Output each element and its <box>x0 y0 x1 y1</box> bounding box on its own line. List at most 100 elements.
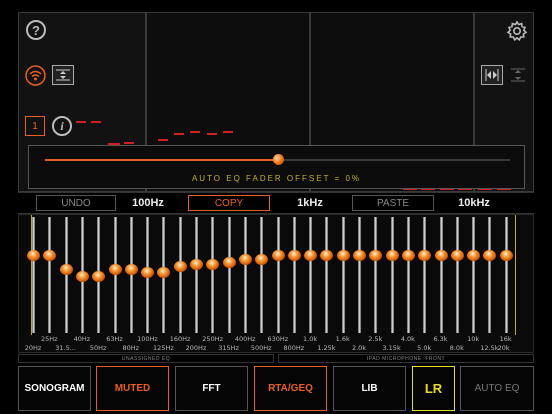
fader-knob[interactable] <box>92 270 106 282</box>
fader-knob[interactable] <box>271 249 285 261</box>
eq-fader-band-25[interactable] <box>416 215 432 335</box>
fader-track <box>358 217 361 333</box>
fader-knob[interactable] <box>238 254 252 266</box>
eq-fader-band-2[interactable] <box>41 215 57 335</box>
fader-knob[interactable] <box>59 263 73 275</box>
spectrum-marker <box>91 121 101 123</box>
fader-knob[interactable] <box>157 267 171 279</box>
sonogram-button[interactable]: SONOGRAM <box>18 366 91 411</box>
auto-eq-button[interactable]: AUTO EQ <box>460 366 534 411</box>
spectrum-zoom-icon[interactable] <box>52 65 74 85</box>
fader-knob[interactable] <box>304 249 318 261</box>
freq-tick-label: 800Hz <box>283 344 305 352</box>
horizontal-zoom-icon[interactable] <box>481 65 503 85</box>
fader-track <box>439 217 443 333</box>
fader-knob[interactable] <box>141 267 155 279</box>
fader-knob[interactable] <box>320 249 334 261</box>
fader-track <box>472 217 476 333</box>
undo-button[interactable]: UNDO <box>36 195 116 211</box>
gear-icon[interactable] <box>506 20 528 42</box>
fader-knob[interactable] <box>467 249 481 261</box>
eq-fader-band-27[interactable] <box>449 215 465 335</box>
spectrum-marker <box>223 131 233 133</box>
eq-fader-band-9[interactable] <box>155 215 171 335</box>
fader-knob[interactable] <box>401 249 415 261</box>
eq-fader-band-20[interactable] <box>335 215 351 335</box>
fader-knob[interactable] <box>434 249 448 261</box>
eq-fader-band-19[interactable] <box>318 215 334 335</box>
eq-fader-band-21[interactable] <box>351 215 367 335</box>
fader-knob[interactable] <box>418 249 432 261</box>
vertical-zoom-icon[interactable] <box>508 65 528 85</box>
fader-knob[interactable] <box>43 249 57 261</box>
fader-track <box>276 217 280 333</box>
eq-fader-band-12[interactable] <box>204 215 220 335</box>
freq-tick-label: 16k <box>499 335 512 343</box>
eq-fader-band-28[interactable] <box>465 215 481 335</box>
fader-knob[interactable] <box>499 249 513 261</box>
fader-knob[interactable] <box>27 249 40 261</box>
freq-tick-label: 200Hz <box>185 344 207 352</box>
freq-tick-label: 315Hz <box>218 344 239 352</box>
eq-fader-band-6[interactable] <box>107 215 123 335</box>
offset-slider-knob[interactable] <box>272 154 284 165</box>
wifi-icon[interactable] <box>25 65 46 86</box>
eq-fader-band-1[interactable] <box>25 215 41 335</box>
input-source-label: IPAD MICROPHONE: FRONT <box>278 354 534 363</box>
fader-knob[interactable] <box>336 249 350 261</box>
help-icon[interactable]: ? <box>26 20 46 40</box>
copy-button[interactable]: COPY <box>188 195 270 211</box>
eq-fader-band-22[interactable] <box>367 215 383 335</box>
rta-geq-button[interactable]: RTA/GEQ <box>254 366 327 411</box>
eq-fader-band-3[interactable] <box>58 215 74 335</box>
eq-fader-band-17[interactable] <box>286 215 302 335</box>
offset-slider-fill <box>45 159 278 161</box>
fader-knob[interactable] <box>483 249 497 261</box>
fader-knob[interactable] <box>124 263 138 275</box>
freq-tick-label: 5.0k <box>417 344 432 352</box>
fader-knob[interactable] <box>353 249 366 261</box>
freq-tick-label: 25Hz <box>41 335 58 343</box>
eq-fader-band-13[interactable] <box>221 215 237 335</box>
info-icon[interactable]: i <box>52 116 72 136</box>
eq-fader-band-4[interactable] <box>74 215 90 335</box>
eq-fader-band-18[interactable] <box>302 215 318 335</box>
fader-knob[interactable] <box>287 249 301 261</box>
spectrum-marker <box>174 133 184 135</box>
eq-fader-band-30[interactable] <box>498 215 514 335</box>
eq-fader-band-10[interactable] <box>172 215 188 335</box>
fader-knob[interactable] <box>173 261 187 273</box>
eq-fader-band-5[interactable] <box>90 215 106 335</box>
fader-track <box>423 217 427 333</box>
paste-button[interactable]: PASTE <box>352 195 434 211</box>
eq-fader-band-11[interactable] <box>188 215 204 335</box>
eq-fader-band-29[interactable] <box>481 215 497 335</box>
lib-button[interactable]: LIB <box>333 366 406 411</box>
eq-fader-band-16[interactable] <box>270 215 286 335</box>
eq-fader-band-15[interactable] <box>253 215 269 335</box>
fader-knob[interactable] <box>255 254 269 266</box>
fader-track <box>260 217 264 333</box>
fader-knob[interactable] <box>75 270 89 282</box>
fader-knob[interactable] <box>190 259 203 271</box>
fader-knob[interactable] <box>206 259 220 271</box>
muted-button[interactable]: MUTED <box>96 366 169 411</box>
eq-fader-band-14[interactable] <box>237 215 253 335</box>
eq-fader-band-7[interactable] <box>123 215 139 335</box>
eq-fader-band-8[interactable] <box>139 215 155 335</box>
fft-button[interactable]: FFT <box>175 366 248 411</box>
eq-fader-band-26[interactable] <box>433 215 449 335</box>
fader-knob[interactable] <box>108 263 122 275</box>
eq-fader-band-24[interactable] <box>400 215 416 335</box>
fader-knob[interactable] <box>385 249 399 261</box>
freq-label-3: 10kHz <box>458 197 490 209</box>
channel-number-box[interactable]: 1 <box>25 116 45 136</box>
fader-knob[interactable] <box>450 249 464 261</box>
fader-knob[interactable] <box>369 249 383 261</box>
fader-knob[interactable] <box>222 256 236 268</box>
lr-button[interactable]: LR <box>412 366 455 411</box>
eq-fader-band-23[interactable] <box>384 215 400 335</box>
freq-tick-label: 2.0k <box>351 344 367 352</box>
freq-tick-label: 125Hz <box>153 344 174 352</box>
freq-tick-label: 160Hz <box>169 335 191 343</box>
